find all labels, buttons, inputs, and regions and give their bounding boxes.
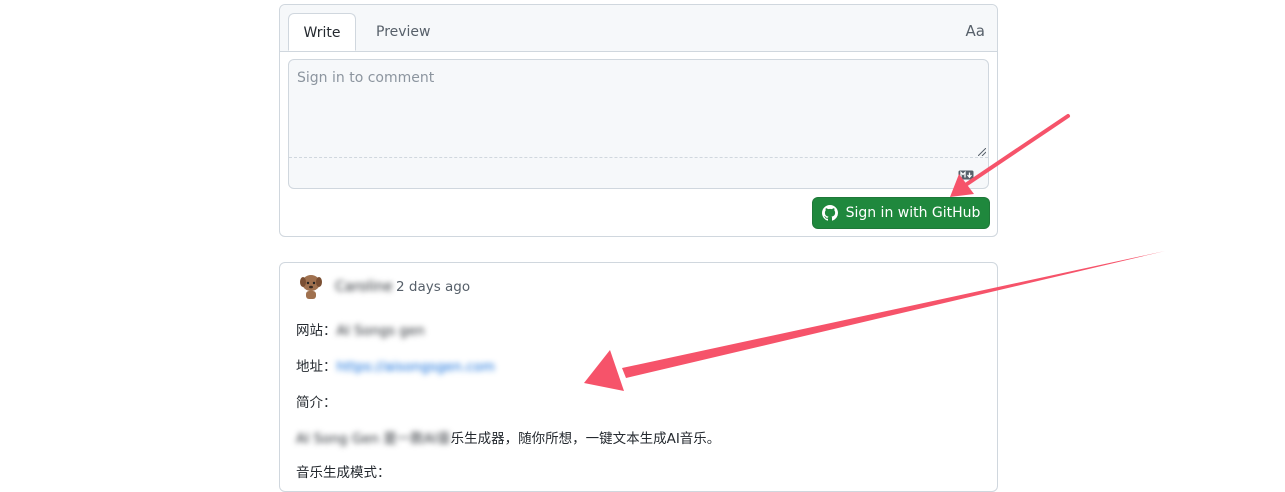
sign-in-label: Sign in with GitHub [845, 205, 981, 221]
comment-editor: Write Preview Aa Sign in with GitHub [279, 4, 998, 237]
tab-write[interactable]: Write [288, 13, 356, 51]
address-label: 地址： [296, 359, 337, 375]
resize-grip-icon[interactable] [978, 148, 986, 156]
intro-line: AI Song Gen 是一款AI音乐生成器，随你所想，一键文本生成AI音乐。 [296, 427, 720, 447]
address-link[interactable]: https://aisongsgen.com [337, 359, 495, 375]
font-toggle-button[interactable]: Aa [966, 22, 985, 40]
comment-timestamp[interactable]: 2 days ago [396, 279, 470, 295]
editor-header: Write Preview Aa [280, 5, 997, 52]
tab-preview[interactable]: Preview [360, 13, 447, 51]
avatar[interactable] [296, 271, 326, 301]
music-mode-label: 音乐生成模式： [296, 465, 391, 481]
intro-label: 简介： [296, 395, 337, 411]
website-value: AI Songs gen [336, 323, 425, 339]
comment-textarea[interactable] [289, 60, 988, 158]
github-icon [821, 205, 838, 221]
comment-author[interactable]: Caroline [335, 279, 393, 295]
intro-blurred-text: AI Song Gen 是一款AI音 [296, 431, 451, 447]
comment-card: Caroline 2 days ago 网站：AI Songs gen 地址：h… [279, 262, 998, 492]
markdown-icon [958, 170, 974, 180]
website-label: 网站： [296, 323, 337, 339]
sign-in-with-github-button[interactable]: Sign in with GitHub [812, 197, 990, 229]
comment-box [288, 59, 989, 189]
intro-text: 乐生成器，随你所想，一键文本生成AI音乐。 [450, 431, 721, 447]
website-line: 网站：AI Songs gen [296, 319, 425, 339]
address-line: 地址：https://aisongsgen.com [296, 355, 495, 375]
